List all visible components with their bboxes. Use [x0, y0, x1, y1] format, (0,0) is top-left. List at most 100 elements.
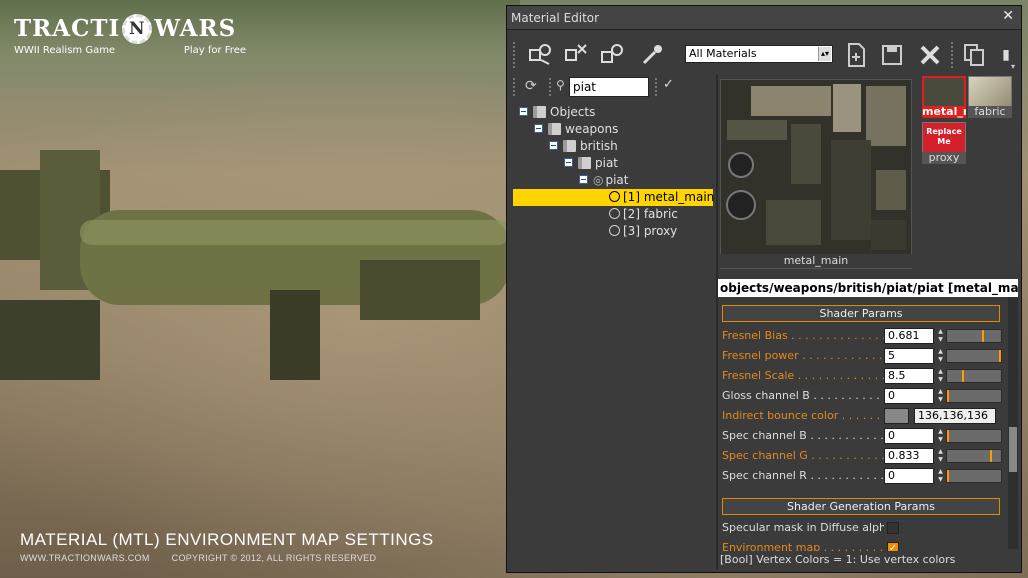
replace-me-badge: Replace Me [926, 127, 962, 146]
tree-node-weapons[interactable]: weapons [534, 121, 618, 138]
slider-handle[interactable] [999, 350, 1001, 362]
param-row: Indirect bounce color . . . . . . . . . 1… [722, 407, 1004, 425]
param-value-input[interactable]: 0.681 [884, 328, 934, 344]
material-path: objects/weapons/british/piat/piat [metal… [718, 279, 1018, 297]
slider-handle[interactable] [947, 430, 949, 442]
param-label: Spec channel G . . . . . . . . . . . . .… [722, 449, 884, 462]
status-bar: [Bool] Vertex Colors = 1: Use vertex col… [718, 551, 1020, 569]
collapse-icon[interactable] [519, 107, 528, 116]
eyedropper-icon [642, 45, 662, 65]
pick-material-button[interactable] [637, 40, 667, 70]
param-slider[interactable] [946, 469, 1002, 483]
multi-material-icon: ◎ [593, 173, 604, 187]
color-swatch[interactable] [884, 408, 909, 424]
toolbar-grip[interactable] [513, 42, 517, 68]
traction-wars-logo: TRACTI N WARS WWII Realism Game Play for Fr… [14, 14, 246, 56]
param-slider[interactable] [946, 449, 1002, 463]
param-value-input[interactable]: 0 [884, 428, 934, 444]
spinner-icon[interactable]: ▲ ▼ [936, 368, 945, 384]
slider-handle[interactable] [982, 330, 984, 342]
checkbox[interactable] [887, 522, 899, 534]
gen-param-label: Specular mask in Diffuse alpha . . [722, 521, 884, 534]
param-value-input[interactable]: 0 [884, 388, 934, 404]
scrollbar-thumb[interactable] [1009, 427, 1017, 472]
material-filter-select[interactable]: All Materials ▴▾ [685, 45, 833, 63]
tree-node-label: piat [595, 156, 619, 170]
param-slider[interactable] [946, 369, 1002, 383]
save-material-button[interactable] [877, 40, 907, 70]
param-value-input[interactable]: 8.5 [884, 368, 934, 384]
material-filter-value: All Materials [689, 47, 757, 60]
gear-logo-icon: N [122, 14, 153, 44]
slider-handle[interactable] [947, 390, 949, 402]
param-row: Spec channel G . . . . . . . . . . . . .… [722, 447, 1004, 465]
checkbox-checked[interactable]: ✓ [887, 542, 899, 551]
tree-node-proxy[interactable]: [3] proxy [609, 223, 677, 240]
param-slider[interactable] [946, 429, 1002, 443]
toolbar-grip[interactable] [951, 42, 955, 68]
logo-subtitle-right: Play for Free [183, 45, 246, 56]
spinner-icon[interactable]: ▲ ▼ [936, 348, 945, 364]
spinner-icon[interactable]: ▲ ▼ [936, 468, 945, 484]
thumb-fabric-label: fabric [968, 106, 1012, 118]
assign-material-icon [601, 44, 623, 63]
search-grip[interactable] [549, 78, 553, 96]
toolbar-overflow-icon[interactable]: ▾ [1011, 62, 1015, 71]
tree-node-objects[interactable]: Objects [519, 104, 595, 121]
tree-node-piat-material[interactable]: ◎ piat [579, 172, 629, 189]
shader-generation-params-header[interactable]: Shader Generation Params [722, 498, 1000, 515]
spinner-icon[interactable]: ▲ ▼ [936, 328, 945, 344]
tree-node-british[interactable]: british [549, 138, 618, 155]
delete-icon [920, 45, 940, 65]
footer-site: WWW.TRACTIONWARS.COM [20, 553, 150, 563]
delete-material-button[interactable] [915, 40, 945, 70]
paste-icon: ▮ [1002, 47, 1010, 63]
close-icon[interactable]: ✕ [1002, 8, 1014, 24]
shader-params-header[interactable]: Shader Params [722, 305, 1000, 322]
copy-material-button[interactable] [959, 40, 989, 70]
collapse-icon[interactable] [564, 158, 573, 167]
spinner-icon[interactable]: ▲ ▼ [936, 448, 945, 464]
param-value-input[interactable]: 0.833 [884, 448, 934, 464]
spinner-icon[interactable]: ▲ ▼ [936, 428, 945, 444]
param-slider[interactable] [946, 389, 1002, 403]
window-title: Material Editor [511, 11, 600, 25]
title-bar[interactable]: Material Editor ✕ [507, 6, 1021, 30]
tree-node-metal-main[interactable]: [1] metal_main [609, 189, 714, 206]
slider-handle[interactable] [947, 470, 949, 482]
search-grip[interactable] [513, 78, 517, 96]
spinner-icon[interactable]: ▲ ▼ [936, 388, 945, 404]
collapse-icon[interactable] [549, 141, 558, 150]
collapse-icon[interactable] [579, 175, 588, 184]
search-grip[interactable] [655, 78, 659, 96]
confirm-search-button[interactable]: ✓ [663, 77, 674, 92]
param-label: Indirect bounce color . . . . . . . . . [722, 409, 884, 422]
param-row: Spec channel B . . . . . . . . . . . . .… [722, 427, 1004, 445]
piat-weapon-image [0, 150, 510, 380]
param-slider[interactable] [946, 329, 1002, 343]
slider-handle[interactable] [962, 370, 964, 382]
slider-handle[interactable] [990, 450, 992, 462]
footer-copyright: COPYRIGHT © 2012, ALL RIGHTS RESERVED [171, 553, 377, 563]
material-editor-window: Material Editor ✕ All Materials ▴▾ ▮ ▾ ⟳… [506, 5, 1022, 573]
param-value-input[interactable]: 0 [884, 468, 934, 484]
tree-search-input[interactable]: piat [569, 77, 649, 97]
properties-scrollbar[interactable] [1008, 297, 1018, 549]
add-material-button[interactable] [841, 40, 871, 70]
param-slider[interactable] [946, 349, 1002, 363]
assign-to-selection-button[interactable] [597, 40, 627, 70]
tree-node-piat-folder[interactable]: piat [564, 155, 618, 172]
param-row: Fresnel Bias . . . . . . . . . . . . . .… [722, 327, 1004, 345]
screenshot-caption: MATERIAL (MTL) ENVIRONMENT MAP SETTINGS [20, 530, 434, 549]
paste-material-button[interactable]: ▮ [991, 40, 1021, 70]
material-preview[interactable] [720, 79, 912, 269]
param-label: Spec channel R . . . . . . . . . . . . .… [722, 469, 884, 482]
tree-node-fabric[interactable]: [2] fabric [609, 206, 678, 223]
param-value-input[interactable]: 5 [884, 348, 934, 364]
refresh-icon[interactable]: ⟳ [525, 78, 537, 94]
reset-material-button[interactable] [561, 40, 591, 70]
collapse-icon[interactable] [534, 124, 543, 133]
get-from-selection-button[interactable] [525, 40, 555, 70]
library-icon [548, 122, 561, 135]
color-value-field[interactable]: 136,136,136 [914, 408, 996, 424]
